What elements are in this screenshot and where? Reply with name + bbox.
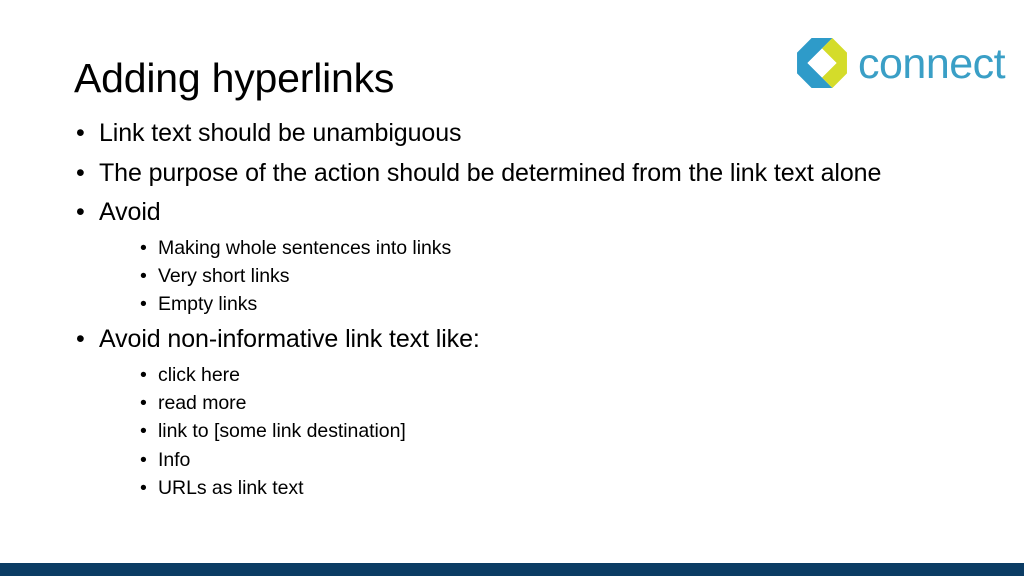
sub-bullet-text: Empty links (158, 293, 258, 316)
sub-bullet-text: Making whole sentences into links (158, 236, 452, 259)
bullet-glyph-icon: • (140, 448, 147, 471)
bullet-glyph-icon: • (140, 363, 147, 386)
sub-bullet-item: • Making whole sentences into links (138, 234, 974, 262)
bullet-glyph-icon: • (76, 325, 85, 354)
slide: connect Adding hyperlinks • Link text sh… (0, 0, 1024, 576)
sub-bullet-text: read more (158, 392, 247, 415)
connect-hexagon-logo-icon (797, 38, 847, 88)
bullet-glyph-icon: • (140, 236, 147, 259)
bullet-list-level2: • click here • read more • link to [some… (99, 361, 974, 502)
bullet-text: Avoid non-informative link text like: (99, 325, 480, 354)
bullet-list-level2: • Making whole sentences into links • Ve… (99, 234, 974, 319)
sub-bullet-item: • Info (138, 446, 974, 474)
slide-title: Adding hyperlinks (74, 55, 395, 101)
sub-bullet-item: • Empty links (138, 290, 974, 318)
bullet-glyph-icon: • (140, 420, 147, 443)
connect-wordmark: connect (858, 39, 1006, 88)
bullet-glyph-icon: • (76, 198, 85, 226)
connect-logo: connect (796, 34, 1006, 92)
sub-bullet-item: • URLs as link text (138, 474, 974, 502)
bullet-item: • Avoid non-informative link text like: … (74, 321, 974, 502)
bullet-item: • Avoid • Making whole sentences into li… (74, 194, 974, 318)
sub-bullet-text: click here (158, 363, 240, 386)
sub-bullet-item: • click here (138, 361, 974, 389)
sub-bullet-text: Info (158, 448, 191, 471)
slide-body: • Link text should be unambiguous • The … (74, 115, 974, 505)
bullet-glyph-icon: • (140, 392, 147, 415)
bullet-text: Avoid (99, 198, 161, 226)
sub-bullet-item: • Very short links (138, 262, 974, 290)
bullet-list-level1: • Link text should be unambiguous • The … (74, 115, 974, 502)
bullet-item: • Link text should be unambiguous (74, 115, 974, 153)
sub-bullet-item: • read more (138, 389, 974, 417)
bullet-text: The purpose of the action should be dete… (99, 158, 882, 187)
sub-bullet-item: • link to [some link destination] (138, 417, 974, 445)
bullet-glyph-icon: • (76, 158, 85, 187)
bullet-glyph-icon: • (140, 264, 147, 287)
bullet-glyph-icon: • (140, 293, 147, 316)
sub-bullet-text: Very short links (158, 264, 290, 287)
bullet-text: Link text should be unambiguous (99, 119, 462, 147)
bullet-glyph-icon: • (140, 476, 147, 499)
bullet-item: • The purpose of the action should be de… (74, 155, 974, 193)
bullet-glyph-icon: • (76, 119, 85, 147)
sub-bullet-text: URLs as link text (158, 476, 304, 499)
bottom-accent-bar (0, 563, 1024, 576)
sub-bullet-text: link to [some link destination] (158, 420, 406, 443)
